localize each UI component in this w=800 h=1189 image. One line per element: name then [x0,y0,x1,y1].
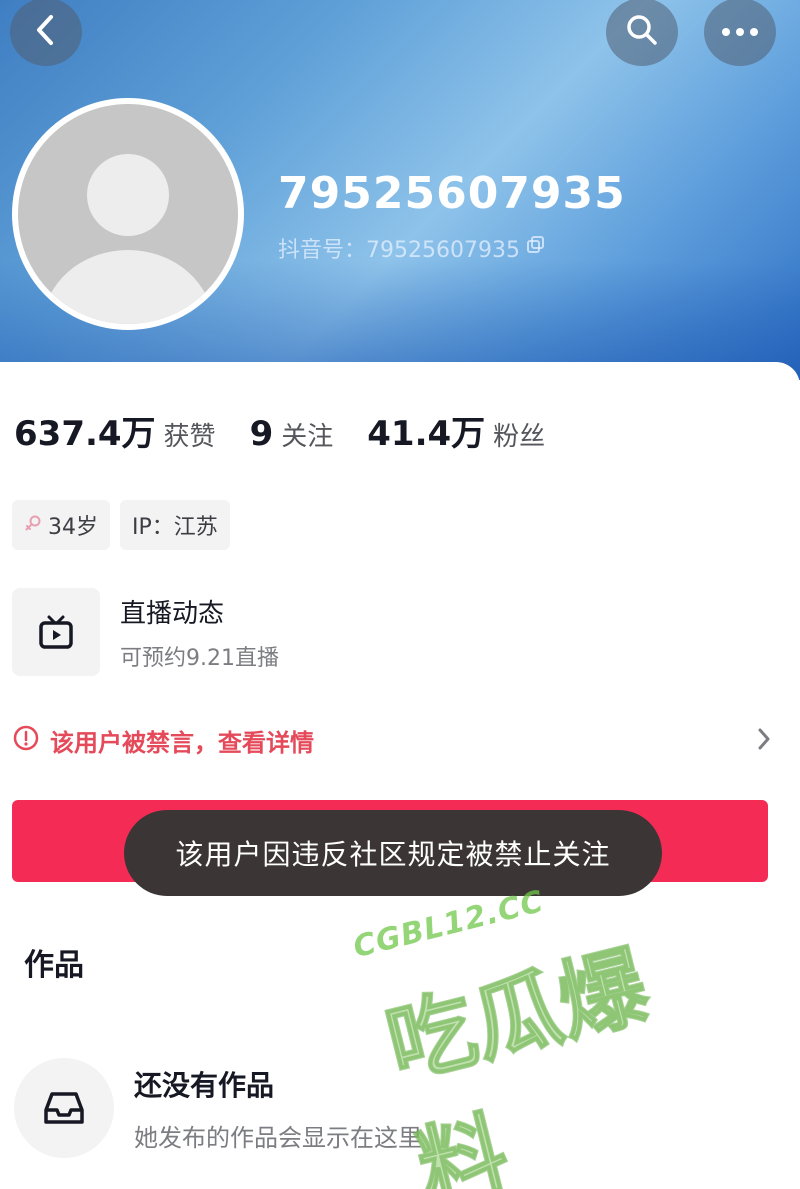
ban-notice-text: 该用户被禁言，查看详情 [50,728,314,757]
empty-works-state: 还没有作品 她发布的作品会显示在这里 [14,1058,422,1158]
copy-icon[interactable] [526,235,546,261]
likes-label: 获赞 [163,422,216,452]
chevron-left-icon [31,13,61,51]
profile-nickname: 79525607935 [278,168,626,219]
likes-count[interactable]: 637.4万 [14,406,156,455]
age-text: 34岁 [48,515,98,540]
toast-message: 该用户因违反社区规定被禁止关注 [124,810,662,896]
warning-icon [12,724,40,756]
profile-tags: 34岁 IP：江苏 [12,500,230,550]
inbox-icon [14,1058,114,1158]
douyin-id[interactable]: 抖音号：79525607935 [278,232,546,264]
female-icon [24,513,42,538]
search-icon [624,12,660,52]
followers-label: 粉丝 [493,422,546,452]
more-dots-icon [720,23,760,42]
ban-notice[interactable]: 该用户被禁言，查看详情 [12,718,772,762]
more-options-button[interactable] [704,0,776,66]
ip-tag: IP：江苏 [120,500,230,550]
live-title: 直播动态 [120,598,225,629]
works-section-title: 作品 [24,948,84,983]
back-button[interactable] [10,0,82,66]
following-count[interactable]: 9 [250,414,274,454]
followers-count[interactable]: 41.4万 [367,406,485,455]
chevron-right-icon [756,726,772,756]
live-dynamics-entry[interactable]: 直播动态 可预约9.21直播 [12,588,279,676]
tv-icon [12,588,100,676]
ip-text: IP：江苏 [132,515,218,540]
default-avatar-icon [18,104,238,324]
avatar[interactable] [12,98,244,330]
following-label: 关注 [281,422,334,452]
age-tag: 34岁 [12,500,110,550]
profile-stats: 637.4万 获赞 9 关注 41.4万 粉丝 [14,406,579,455]
live-subtitle: 可预约9.21直播 [120,645,279,671]
search-button[interactable] [606,0,678,66]
empty-works-title: 还没有作品 [134,1068,275,1102]
douyin-id-text: 抖音号：79525607935 [278,238,520,263]
empty-works-subtitle: 她发布的作品会显示在这里 [134,1123,422,1152]
